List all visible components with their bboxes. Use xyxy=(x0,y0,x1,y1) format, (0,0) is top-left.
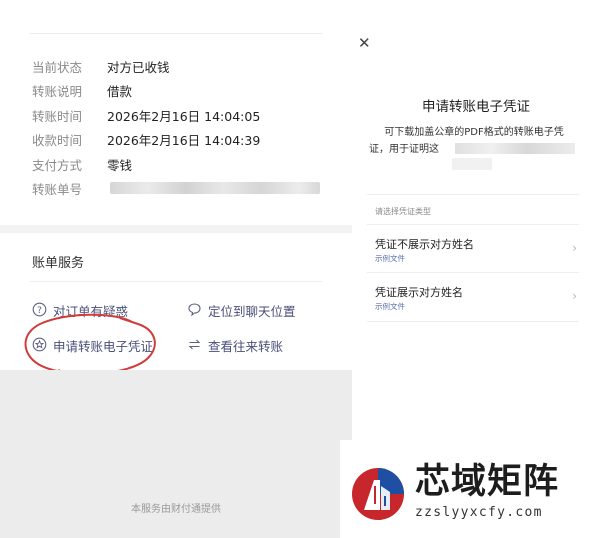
divider xyxy=(367,194,579,195)
options-hint: 请选择凭证类型 xyxy=(375,207,431,216)
detail-label: 支付方式 xyxy=(32,158,83,173)
option-show-name[interactable]: 凭证展示对方姓名 示例文件 › xyxy=(367,274,579,322)
order-number-redacted xyxy=(110,182,320,194)
swap-arrows-icon xyxy=(188,339,201,350)
section-separator xyxy=(0,225,352,233)
dialog-title: 申请转账电子凭证 xyxy=(422,99,530,115)
watermark-name: 芯域矩阵 xyxy=(415,462,560,502)
sample-file-link[interactable]: 示例文件 xyxy=(375,301,405,312)
chevron-right-icon: › xyxy=(572,289,577,303)
view-transfers-label: 查看往来转账 xyxy=(208,339,284,354)
option-title: 凭证不展示对方姓名 xyxy=(375,238,474,251)
detail-value: 零钱 xyxy=(107,158,133,173)
detail-value: 借款 xyxy=(107,84,133,99)
detail-value: 2026年2月16日 14:04:05 xyxy=(107,109,261,124)
watermark-url: zzslyyxcfy.com xyxy=(415,505,543,520)
chevron-right-icon: › xyxy=(572,241,577,255)
description-redacted xyxy=(452,158,492,170)
locate-chat-label: 定位到聊天位置 xyxy=(208,304,296,319)
detail-label: 转账时间 xyxy=(32,109,83,124)
detail-label: 转账单号 xyxy=(32,182,83,197)
divider xyxy=(30,33,322,34)
provider-footer: 本服务由财付通提供 xyxy=(131,504,221,515)
detail-label: 当前状态 xyxy=(32,60,83,75)
divider xyxy=(367,321,579,322)
detail-value: 2026年2月16日 14:04:39 xyxy=(107,133,261,148)
option-hide-name[interactable]: 凭证不展示对方姓名 示例文件 › xyxy=(367,226,579,274)
transfer-detail-panel: 当前状态 对方已收钱 转账说明 借款 转账时间 2026年2月16日 14:04… xyxy=(0,0,352,538)
detail-label: 收款时间 xyxy=(32,133,83,148)
watermark-logo xyxy=(352,468,404,520)
close-icon[interactable]: ✕ xyxy=(358,36,371,51)
divider xyxy=(367,272,579,273)
services-title: 账单服务 xyxy=(32,256,85,271)
description-redacted xyxy=(455,143,575,154)
divider xyxy=(30,281,322,282)
description-line-1: 可下载加盖公章的PDF格式的转账电子凭 xyxy=(384,127,564,138)
sample-file-link[interactable]: 示例文件 xyxy=(375,253,405,264)
chat-bubble-icon xyxy=(188,303,201,317)
divider xyxy=(367,224,579,225)
detail-label: 转账说明 xyxy=(32,84,83,99)
option-title: 凭证展示对方姓名 xyxy=(375,286,463,299)
detail-value: 对方已收钱 xyxy=(107,60,170,75)
